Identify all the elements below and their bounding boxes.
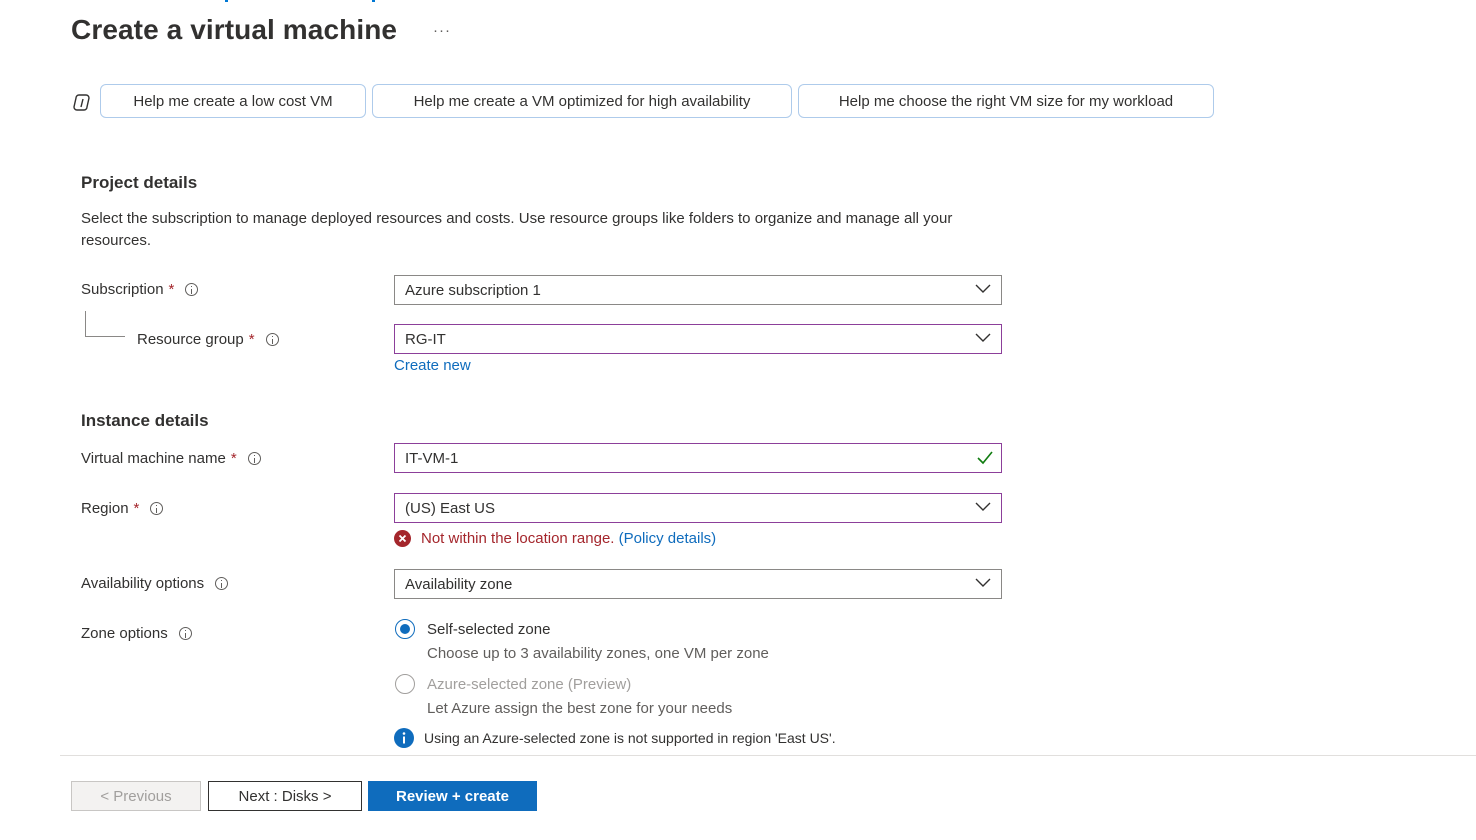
error-icon (394, 530, 411, 547)
azure-selected-zone-description: Let Azure assign the best zone for your … (427, 700, 733, 717)
project-details-description: Select the subscription to manage deploy… (81, 210, 953, 249)
resource-group-label: Resource group * (137, 331, 279, 348)
chevron-down-icon (975, 284, 991, 293)
breadcrumb-remnant (150, 0, 410, 3)
checkmark-icon (977, 451, 993, 465)
azure-selected-zone-radio[interactable] (395, 674, 415, 694)
suggestion-vm-size[interactable]: Help me choose the right VM size for my … (798, 84, 1214, 118)
subscription-label: Subscription * (81, 281, 199, 298)
instance-details-heading: Instance details (81, 411, 209, 430)
project-details-heading: Project details (81, 173, 198, 192)
region-dropdown[interactable]: (US) East US (394, 493, 1002, 523)
review-create-button[interactable]: Review + create (368, 781, 537, 811)
zone-info-note: Using an Azure-selected zone is not supp… (394, 728, 836, 748)
suggestion-low-cost-vm[interactable]: Help me create a low cost VM (100, 84, 366, 118)
info-icon[interactable] (215, 577, 229, 590)
more-options-button[interactable]: ··· (433, 22, 451, 39)
suggestion-high-availability[interactable]: Help me create a VM optimized for high a… (372, 84, 792, 118)
next-disks-button[interactable]: Next : Disks > (208, 781, 362, 811)
copilot-icon (73, 94, 90, 111)
azure-selected-zone-label: Azure-selected zone (Preview) (427, 676, 632, 693)
tree-connector (85, 311, 86, 336)
region-error-message: Not within the location range. (Policy d… (394, 530, 716, 547)
vm-name-input[interactable]: IT-VM-1 (394, 443, 1002, 473)
footer-divider (60, 755, 1476, 756)
info-icon[interactable] (150, 502, 164, 515)
subscription-dropdown[interactable]: Azure subscription 1 (394, 275, 1002, 305)
availability-options-label: Availability options (81, 575, 229, 592)
zone-options-label: Zone options (81, 625, 192, 642)
required-asterisk: * (168, 281, 175, 298)
page-title: Create a virtual machine (71, 14, 398, 45)
resource-group-dropdown[interactable]: RG-IT (394, 324, 1002, 354)
info-icon[interactable] (265, 333, 279, 346)
info-icon[interactable] (178, 627, 192, 640)
chevron-down-icon (975, 578, 991, 587)
required-asterisk: * (133, 500, 140, 517)
required-asterisk: * (248, 331, 255, 348)
previous-button[interactable]: < Previous (71, 781, 201, 811)
self-selected-zone-label: Self-selected zone (427, 621, 551, 638)
create-new-link[interactable]: Create new (394, 357, 471, 374)
tree-connector (85, 336, 125, 337)
region-label: Region * (81, 500, 164, 517)
self-selected-zone-radio[interactable] (395, 619, 415, 639)
policy-details-link[interactable]: (Policy details) (619, 530, 717, 547)
chevron-down-icon (975, 333, 991, 342)
info-icon[interactable] (185, 283, 199, 296)
chevron-down-icon (975, 502, 991, 511)
vm-name-label: Virtual machine name * (81, 450, 261, 467)
info-filled-icon (394, 728, 414, 748)
required-asterisk: * (230, 450, 237, 467)
info-icon[interactable] (247, 452, 261, 465)
self-selected-zone-description: Choose up to 3 availability zones, one V… (427, 645, 769, 662)
availability-options-dropdown[interactable]: Availability zone (394, 569, 1002, 599)
